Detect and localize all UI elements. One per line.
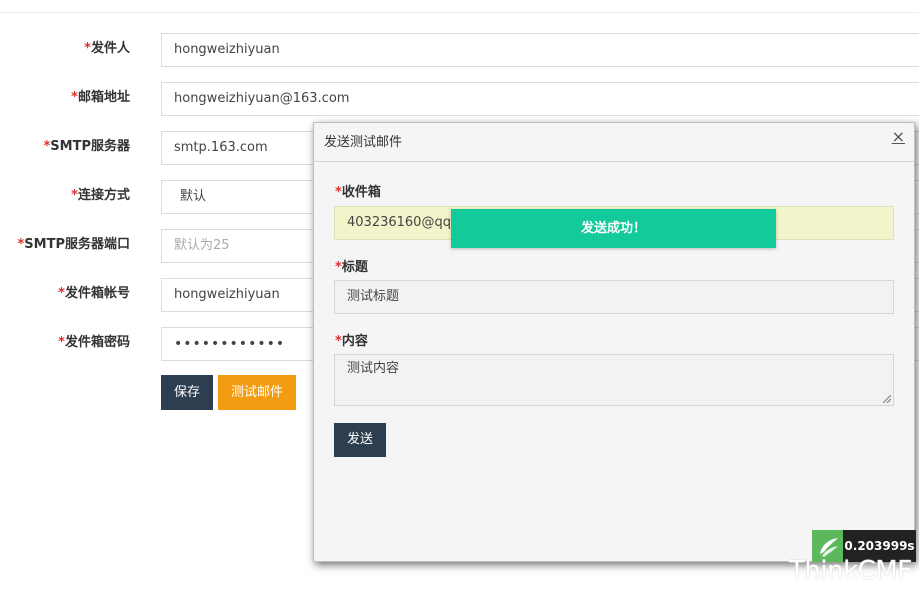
recipient-label: *收件箱 xyxy=(335,185,381,200)
resize-handle-icon[interactable] xyxy=(883,395,891,403)
subject-input[interactable]: 测试标题 xyxy=(334,280,894,314)
test-email-button[interactable]: 测试邮件 xyxy=(218,375,297,410)
send-button[interactable]: 发送 xyxy=(334,423,387,457)
email-address-row: *邮箱地址 hongweizhiyuan@163.com xyxy=(0,82,919,118)
dialog-header: 发送测试邮件 × xyxy=(314,123,914,162)
email-address-input[interactable]: hongweizhiyuan@163.com xyxy=(161,82,919,116)
thinkcmf-watermark: ThinkCMF xyxy=(789,556,912,586)
content-textarea[interactable]: 测试内容 xyxy=(334,354,894,406)
sender-label: *发件人 xyxy=(84,41,130,56)
dialog-title: 发送测试邮件 xyxy=(324,135,403,150)
sender-input[interactable]: hongweizhiyuan xyxy=(161,33,919,67)
email-address-label: *邮箱地址 xyxy=(71,90,130,105)
connection-label: *连接方式 xyxy=(71,188,130,203)
top-divider xyxy=(0,12,919,13)
password-label: *发件箱密码 xyxy=(58,335,130,350)
sender-row: *发件人 hongweizhiyuan xyxy=(0,33,919,69)
save-button[interactable]: 保存 xyxy=(161,375,214,410)
success-toast: 发送成功！ xyxy=(451,209,776,248)
close-icon[interactable]: × xyxy=(892,127,905,147)
smtp-server-label: *SMTP服务器 xyxy=(43,139,130,154)
subject-label: *标题 xyxy=(335,260,368,275)
account-label: *发件箱帐号 xyxy=(58,286,130,301)
smtp-port-label: *SMTP服务器端口 xyxy=(17,237,130,252)
test-email-dialog: 发送测试邮件 × *收件箱 403236160@qq.co *标题 测试标题 *… xyxy=(313,122,915,562)
content-text: 测试内容 xyxy=(347,361,400,376)
content-label: *内容 xyxy=(335,334,368,349)
